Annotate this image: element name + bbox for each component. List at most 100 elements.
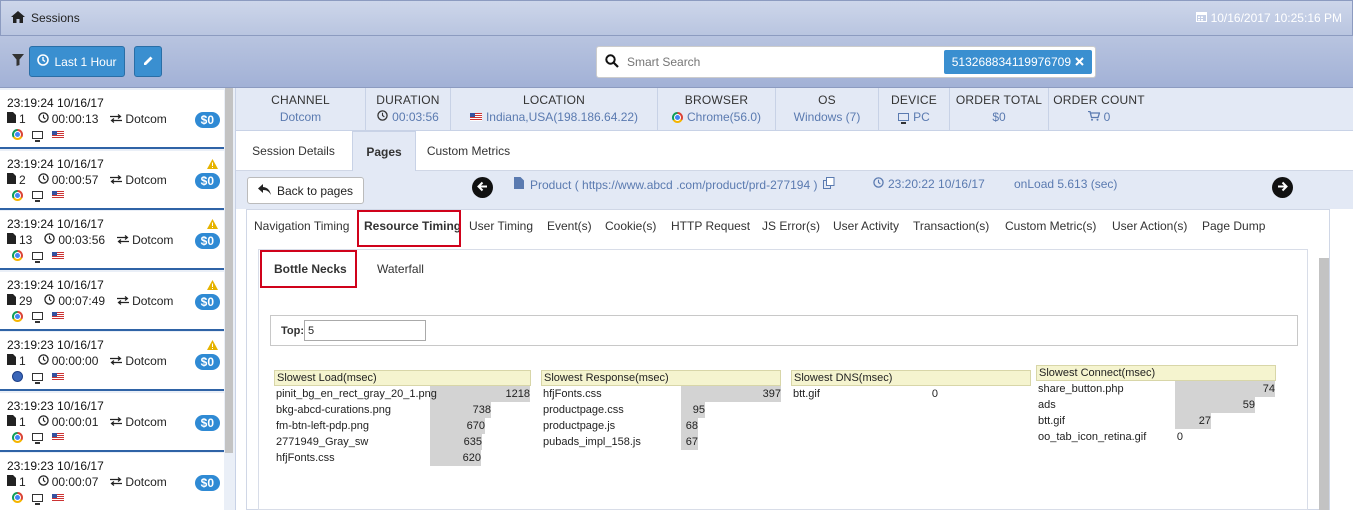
- metric-value: 0: [931, 388, 938, 400]
- close-icon[interactable]: [1075, 55, 1084, 69]
- next-page-button[interactable]: [1272, 177, 1293, 198]
- metric-value: 27: [1198, 415, 1211, 427]
- tab-custom-metrics-detail[interactable]: Custom Metric(s): [1005, 219, 1096, 233]
- summary-channel: CHANNEL Dotcom: [236, 88, 366, 131]
- tab-pages[interactable]: Pages: [352, 131, 416, 172]
- clock-icon: [44, 293, 56, 308]
- resource-timing-highlight: [357, 210, 461, 247]
- back-to-pages-button[interactable]: Back to pages: [247, 177, 364, 204]
- session-amount-badge: $0: [194, 414, 220, 431]
- globe-icon: [12, 371, 23, 382]
- metric-table-title: Slowest Response(msec): [541, 370, 781, 386]
- exchange-icon: [110, 475, 123, 489]
- metric-row: bkg-abcd-curations.png 738: [274, 402, 531, 418]
- tab-transactions[interactable]: Transaction(s): [913, 219, 989, 233]
- metric-resource-name: pinit_bg_en_rect_gray_20_1.png: [276, 388, 437, 400]
- time-filter-button[interactable]: Last 1 Hour: [29, 46, 125, 77]
- page-url: Product ( https://www.abcd .com/product/…: [530, 177, 818, 192]
- page-count-icon: [7, 354, 16, 368]
- previous-page-button[interactable]: [472, 177, 493, 198]
- cart-icon: [1087, 110, 1101, 124]
- metric-resource-name: btt.gif: [793, 388, 820, 400]
- tab-user-actions[interactable]: User Action(s): [1112, 219, 1187, 233]
- smart-search: 513268834119976709: [596, 46, 1096, 78]
- us-flag-icon: [52, 251, 64, 260]
- clock-icon: [44, 233, 56, 247]
- device-label: DEVICE: [891, 93, 937, 107]
- tab-navigation-timing[interactable]: Navigation Timing: [254, 219, 349, 233]
- session-item[interactable]: 23:19:24 10/16/17 29 00:07:49 Dotcom $0: [0, 271, 224, 331]
- browser-label: BROWSER: [684, 93, 749, 107]
- session-item[interactable]: 23:19:24 10/16/17 1 00:00:13 Dotcom $0: [0, 90, 224, 149]
- exchange-icon: [110, 354, 123, 368]
- search-input[interactable]: [627, 48, 927, 76]
- session-pages: 1: [19, 354, 26, 368]
- session-item[interactable]: 23:19:23 10/16/17 1 00:00:01 Dotcom $0: [0, 392, 224, 452]
- summary-order-total: ORDER TOTAL $0: [950, 88, 1049, 131]
- metric-resource-name: hfjFonts.css: [276, 452, 335, 464]
- detail-scrollbar[interactable]: [1319, 258, 1329, 510]
- sidebar-scrollbar[interactable]: [225, 88, 233, 453]
- summary-order-count: ORDER COUNT 0: [1049, 88, 1149, 131]
- filter-icon[interactable]: [12, 54, 24, 69]
- search-tag[interactable]: 513268834119976709: [943, 50, 1092, 74]
- title-bar: Sessions 10/16/2017 10:25:16 PM: [0, 0, 1353, 36]
- copy-icon[interactable]: [823, 177, 835, 192]
- clock-icon: [873, 177, 884, 191]
- pencil-icon: [143, 55, 154, 69]
- session-item[interactable]: 23:19:23 10/16/17 1 00:00:07 Dotcom $0: [0, 453, 224, 510]
- session-duration: 00:00:57: [51, 172, 99, 187]
- tab-events[interactable]: Event(s): [547, 219, 592, 233]
- metric-row: hfjFonts.css 397: [541, 386, 781, 402]
- metric-row: share_button.php 74: [1036, 381, 1276, 397]
- tab-waterfall[interactable]: Waterfall: [377, 262, 424, 276]
- home-icon[interactable]: [11, 10, 25, 26]
- tab-session-details[interactable]: Session Details: [236, 131, 351, 171]
- current-datetime: 10/16/2017 10:25:16 PM: [1210, 11, 1342, 25]
- tab-custom-metrics[interactable]: Custom Metrics: [416, 131, 521, 171]
- tab-cookies[interactable]: Cookie(s): [605, 219, 656, 233]
- metric-value: 0: [1176, 431, 1183, 443]
- back-label: Back to pages: [276, 183, 354, 198]
- session-item[interactable]: 23:19:24 10/16/17 2 00:00:57 Dotcom $0: [0, 150, 224, 210]
- os-value: Windows (7): [793, 110, 861, 124]
- monitor-icon: [32, 251, 43, 263]
- us-flag-icon: [52, 433, 64, 441]
- channel-value: Dotcom: [279, 110, 322, 124]
- session-amount-badge: $0: [194, 475, 220, 491]
- metric-row: oo_tab_icon_retina.gif 0: [1036, 429, 1276, 445]
- metric-row: hfjFonts.css 620: [274, 450, 531, 466]
- top-input[interactable]: [304, 320, 426, 341]
- tab-js-errors[interactable]: JS Error(s): [762, 219, 820, 233]
- session-pages: 13: [19, 233, 33, 247]
- session-time: 23:19:23 10/16/17: [7, 398, 104, 413]
- edit-button[interactable]: [134, 46, 162, 77]
- us-flag-icon: [52, 312, 64, 320]
- chrome-icon: [12, 250, 23, 261]
- tab-user-activity[interactable]: User Activity: [833, 219, 899, 233]
- clock-icon: [37, 54, 50, 69]
- session-time: 23:19:23 10/16/17: [7, 338, 104, 352]
- page-nav-bar: Back to pages Product ( https://www.abcd…: [236, 171, 1353, 209]
- metric-row: fm-btn-left-pdp.png 670: [274, 418, 531, 434]
- page-onload: onLoad 5.613 (sec): [1014, 177, 1118, 191]
- session-duration: 00:00:07: [51, 475, 99, 489]
- tab-http-request[interactable]: HTTP Request: [671, 219, 750, 233]
- tab-page-dump[interactable]: Page Dump: [1202, 219, 1265, 233]
- session-item[interactable]: 23:19:24 10/16/17 13 00:03:56 Dotcom $0: [0, 211, 224, 270]
- metric-table-title: Slowest Load(msec): [274, 370, 531, 386]
- session-item[interactable]: 23:19:23 10/16/17 1 00:00:00 Dotcom $0: [0, 332, 224, 391]
- metric-resource-name: 2771949_Gray_sw: [276, 436, 369, 448]
- order-total-label: ORDER TOTAL: [955, 93, 1043, 107]
- metric-value: 635: [463, 436, 482, 448]
- tab-user-timing[interactable]: User Timing: [469, 219, 533, 233]
- clock-icon: [37, 414, 49, 429]
- metric-resource-name: share_button.php: [1038, 383, 1124, 395]
- metric-resource-name: oo_tab_icon_retina.gif: [1038, 431, 1147, 443]
- chrome-icon: [12, 189, 23, 201]
- session-time: 23:19:24 10/16/17: [7, 156, 104, 171]
- metric-row: ads 59: [1036, 397, 1276, 413]
- monitor-icon: [32, 312, 43, 323]
- session-duration: 00:07:49: [58, 293, 106, 308]
- search-icon[interactable]: [597, 53, 627, 71]
